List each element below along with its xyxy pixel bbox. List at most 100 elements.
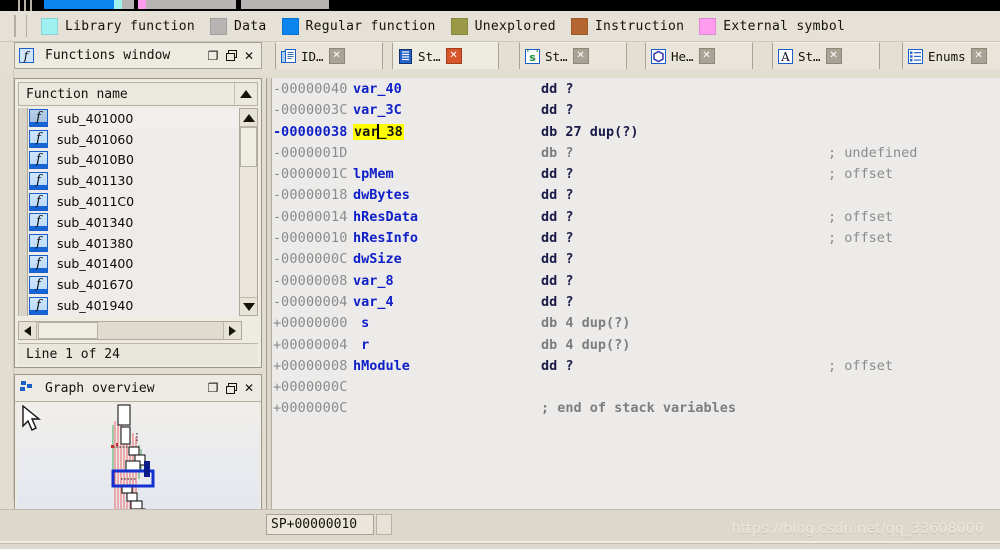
hexview-tab[interactable]: He… ✕ <box>645 42 753 69</box>
stack-variable-comment: ; offset <box>828 166 894 183</box>
stack-variable-name[interactable]: dwSize <box>353 251 402 267</box>
maximize-button[interactable] <box>223 48 239 64</box>
stack-variable-type: db 27 dup(?) <box>541 123 639 140</box>
stack-variable-type: dd ? <box>541 102 574 119</box>
stack-offset: 00000018 <box>281 187 348 204</box>
function-name-label: sub_401400 <box>57 256 134 272</box>
stack-variable-name[interactable]: var_4 <box>353 294 394 310</box>
scroll-down-button[interactable] <box>240 297 257 315</box>
stack-variable-row[interactable]: -0000001C lpMem dd ? ; offset <box>273 166 1000 187</box>
functions-vertical-scrollbar[interactable] <box>239 108 258 316</box>
function-f-icon: f <box>29 254 48 273</box>
stack-variable-name[interactable]: s <box>353 315 369 331</box>
ida-view-tab[interactable]: ID… ✕ <box>275 42 383 69</box>
stack-variable-name[interactable]: var_40 <box>353 81 402 97</box>
tab-close-icon[interactable]: ✕ <box>970 48 987 64</box>
functions-column-header[interactable]: Function name <box>18 82 258 106</box>
stack-variable-row[interactable]: +00000000 s db 4 dup(?) <box>273 315 1000 336</box>
structures-tab[interactable]: St… ✕ <box>392 42 499 69</box>
functions-window-titlebar[interactable]: f Functions window ❐ ✕ <box>14 42 262 69</box>
function-row-gutter <box>19 170 28 192</box>
legend-item: Unexplored <box>450 17 556 35</box>
stack-variable-name[interactable]: hModule <box>353 358 410 374</box>
stack-variable-row[interactable]: -00000040 var_40 dd ? <box>273 81 1000 102</box>
horizontal-scroll-thumb[interactable] <box>38 322 98 339</box>
stack-variable-row[interactable]: -00000008 var_8 dd ? <box>273 273 1000 294</box>
nav-segment <box>241 0 329 9</box>
scroll-right-button[interactable] <box>223 322 241 339</box>
tab-close-icon[interactable]: ✕ <box>328 48 345 64</box>
graph-cursor-icon <box>19 380 34 396</box>
strings-tab[interactable]: s St… ✕ <box>519 42 627 69</box>
legend-color-swatch <box>450 17 468 35</box>
offset-sign: - <box>273 144 282 161</box>
tab-label: St… <box>545 48 568 64</box>
function-f-icon: f <box>29 234 48 253</box>
stack-variable-name[interactable]: r <box>353 337 369 353</box>
graph-restore-button[interactable]: ❐ <box>205 380 221 396</box>
stack-variable-name[interactable]: var_38 <box>353 123 404 140</box>
status-bar: SP+00000010 https://blog.csdn.net/qq_336… <box>0 509 1000 549</box>
scroll-up-button[interactable] <box>240 109 257 127</box>
legend-color-swatch <box>210 17 228 35</box>
stack-variable-name[interactable]: hResInfo <box>353 230 418 246</box>
close-button[interactable]: ✕ <box>241 48 257 64</box>
stack-variable-type: db 4 dup(?) <box>541 315 631 332</box>
vertical-scroll-thumb[interactable] <box>240 127 257 167</box>
function-list-item[interactable]: f sub_401060 <box>19 128 243 150</box>
graph-close-button[interactable]: ✕ <box>241 380 257 396</box>
structs2-tab[interactable]: A St… ✕ <box>772 42 880 69</box>
navigation-band[interactable] <box>0 0 1000 11</box>
function-name-label: sub_401380 <box>57 235 134 251</box>
stack-variable-row[interactable]: -0000001D db ? ; undefined <box>273 145 1000 166</box>
function-name-label: sub_4011C0 <box>57 194 135 210</box>
functions-window-panel: Function name f sub_401000 f sub_401060 f sub… <box>14 78 262 368</box>
stack-variable-row[interactable]: -00000014 hResData dd ? ; offset <box>273 209 1000 230</box>
function-name-label: sub_401060 <box>57 131 134 147</box>
stack-variable-row[interactable]: -00000038 var_38 db 27 dup(?) <box>273 123 1000 145</box>
sort-ascending-icon[interactable] <box>234 83 257 105</box>
stack-offset: 0000001C <box>281 166 348 183</box>
function-list-item[interactable]: f sub_401130 <box>19 170 243 192</box>
restore-button[interactable]: ❐ <box>205 48 221 64</box>
structures-stack-variables-pane[interactable]: -00000040 var_40 dd ? -0000003C var_3C dd ? -0… <box>266 78 1000 510</box>
function-list-item[interactable]: f sub_401000 <box>19 108 243 129</box>
tab-close-icon[interactable]: ✕ <box>698 48 715 64</box>
stack-variable-name[interactable]: var_8 <box>353 273 394 289</box>
function-list-item[interactable]: f sub_4010B0 <box>19 149 243 171</box>
graph-overview-titlebar[interactable]: Graph overview ❐ ✕ <box>15 375 261 402</box>
stack-variable-name[interactable]: hResData <box>353 209 418 225</box>
function-list-item[interactable]: f sub_401380 <box>19 232 243 254</box>
functions-horizontal-scrollbar[interactable] <box>18 321 242 340</box>
stack-variable-row[interactable]: -0000003C var_3C dd ? <box>273 102 1000 123</box>
function-row-gutter <box>19 232 28 254</box>
tab-close-icon[interactable]: ✕ <box>825 48 842 64</box>
function-f-icon: f <box>29 192 48 211</box>
tab-close-icon[interactable]: ✕ <box>572 48 589 64</box>
enums-tab[interactable]: Enums ✕ <box>902 42 1000 69</box>
stack-variable-row[interactable]: -00000018 dwBytes dd ? <box>273 187 1000 208</box>
function-list-item[interactable]: f sub_401940 <box>19 295 243 316</box>
scroll-left-button[interactable] <box>19 322 37 339</box>
stack-variable-row[interactable]: +0000000C ; end of stack variables <box>273 400 1000 421</box>
function-list-item[interactable]: f sub_401400 <box>19 253 243 275</box>
stack-variable-name[interactable]: lpMem <box>353 166 394 182</box>
stack-variable-row[interactable]: +00000008 hModule dd ? ; offset <box>273 358 1000 379</box>
stack-variable-row[interactable]: -00000004 var_4 dd ? <box>273 294 1000 315</box>
stack-variable-row[interactable]: -0000000C dwSize dd ? <box>273 251 1000 272</box>
functions-list[interactable]: f sub_401000 f sub_401060 f sub_4010B0 f sub_40… <box>18 108 243 316</box>
stack-variable-row[interactable]: -00000010 hResInfo dd ? ; offset <box>273 230 1000 251</box>
function-list-item[interactable]: f sub_401340 <box>19 211 243 233</box>
stack-variable-name[interactable]: var_3C <box>353 102 402 118</box>
edited-variable-name[interactable]: var_38 <box>353 123 404 140</box>
stack-variable-type: dd ? <box>541 166 574 183</box>
stack-variable-name[interactable]: dwBytes <box>353 187 410 203</box>
ida-view-icon <box>281 48 296 64</box>
function-list-item[interactable]: f sub_4011C0 <box>19 191 243 212</box>
tab-close-icon[interactable]: ✕ <box>445 48 462 64</box>
function-name-label: sub_401940 <box>57 298 134 314</box>
function-list-item[interactable]: f sub_401670 <box>19 274 243 296</box>
graph-maximize-button[interactable] <box>223 380 239 396</box>
stack-variable-row[interactable]: +0000000C <box>273 379 1000 400</box>
stack-variable-row[interactable]: +00000004 r db 4 dup(?) <box>273 337 1000 358</box>
